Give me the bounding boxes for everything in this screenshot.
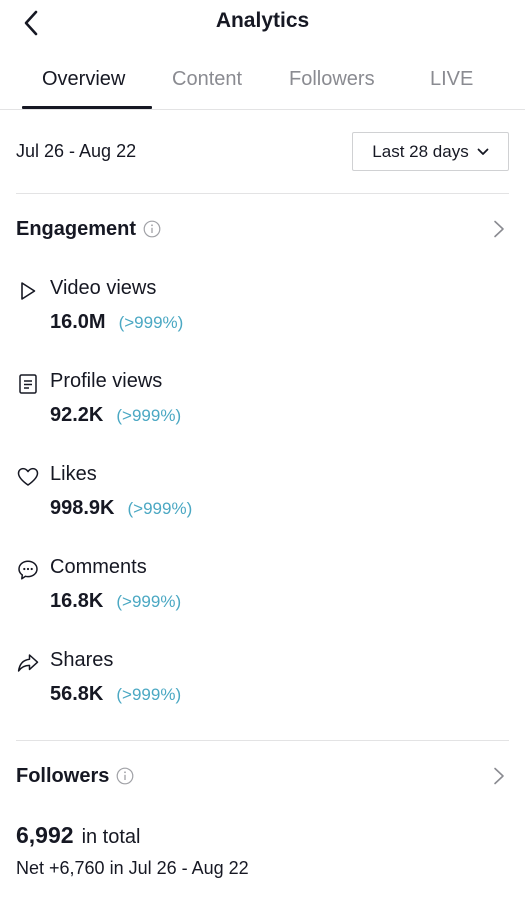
metric-label: Likes — [50, 463, 97, 485]
metric-profile-views[interactable]: Profile views 92.2K (>999%) — [16, 368, 476, 432]
play-icon — [16, 279, 40, 303]
engagement-title: Engagement — [16, 217, 137, 240]
followers-total-count: 6,992 — [16, 822, 74, 848]
metric-change: (>999%) — [116, 592, 182, 611]
tab-overview[interactable]: Overview — [42, 68, 125, 91]
followers-total: 6,992 in total — [16, 822, 141, 849]
followers-title: Followers — [16, 764, 110, 787]
metric-value: 16.0M — [50, 311, 106, 333]
metric-change: (>999%) — [127, 499, 193, 518]
metric-value-row: 16.8K (>999%) — [50, 590, 181, 613]
chevron-down-icon — [477, 148, 489, 155]
chevron-right-icon — [493, 220, 505, 243]
period-dropdown[interactable]: Last 28 days — [352, 132, 509, 171]
metric-value-row: 92.2K (>999%) — [50, 404, 181, 427]
tab-live[interactable]: LIVE — [430, 68, 473, 91]
metric-label: Comments — [50, 556, 147, 578]
metric-label: Profile views — [50, 370, 163, 392]
info-icon[interactable] — [116, 767, 134, 785]
metric-likes[interactable]: Likes 998.9K (>999%) — [16, 461, 476, 525]
heart-icon — [16, 465, 40, 489]
header: Analytics — [0, 0, 525, 44]
metric-comments[interactable]: Comments 16.8K (>999%) — [16, 554, 476, 618]
metric-value: 16.8K — [50, 590, 104, 612]
metric-video-views[interactable]: Video views 16.0M (>999%) — [16, 275, 476, 339]
followers-net-change: Net +6,760 in Jul 26 - Aug 22 — [16, 858, 249, 878]
document-icon — [16, 372, 40, 396]
info-icon[interactable] — [143, 220, 161, 238]
metric-label: Shares — [50, 649, 114, 671]
metric-value: 56.8K — [50, 683, 104, 705]
metric-value-row: 998.9K (>999%) — [50, 497, 192, 520]
followers-header[interactable]: Followers — [16, 761, 509, 791]
metric-value-row: 16.0M (>999%) — [50, 311, 183, 334]
comment-icon — [16, 558, 40, 582]
metric-value: 92.2K — [50, 404, 104, 426]
metric-change: (>999%) — [116, 406, 182, 425]
tab-bar: Overview Content Followers LIVE — [0, 56, 525, 110]
chevron-right-icon — [493, 767, 505, 790]
metric-value-row: 56.8K (>999%) — [50, 683, 181, 706]
metric-change: (>999%) — [118, 313, 184, 332]
tab-content[interactable]: Content — [172, 68, 242, 91]
metric-value: 998.9K — [50, 497, 115, 519]
divider — [16, 193, 509, 194]
followers-total-suffix: in total — [81, 826, 141, 848]
tab-followers[interactable]: Followers — [289, 68, 375, 91]
share-icon — [16, 651, 40, 675]
metric-shares[interactable]: Shares 56.8K (>999%) — [16, 647, 476, 711]
page-title: Analytics — [215, 9, 310, 32]
metric-label: Video views — [50, 277, 157, 299]
engagement-header[interactable]: Engagement — [16, 214, 509, 244]
metric-change: (>999%) — [116, 685, 182, 704]
divider — [16, 740, 509, 741]
active-tab-indicator — [22, 106, 152, 109]
period-dropdown-value: Last 28 days — [372, 141, 469, 161]
date-range-label: Jul 26 - Aug 22 — [16, 141, 137, 161]
